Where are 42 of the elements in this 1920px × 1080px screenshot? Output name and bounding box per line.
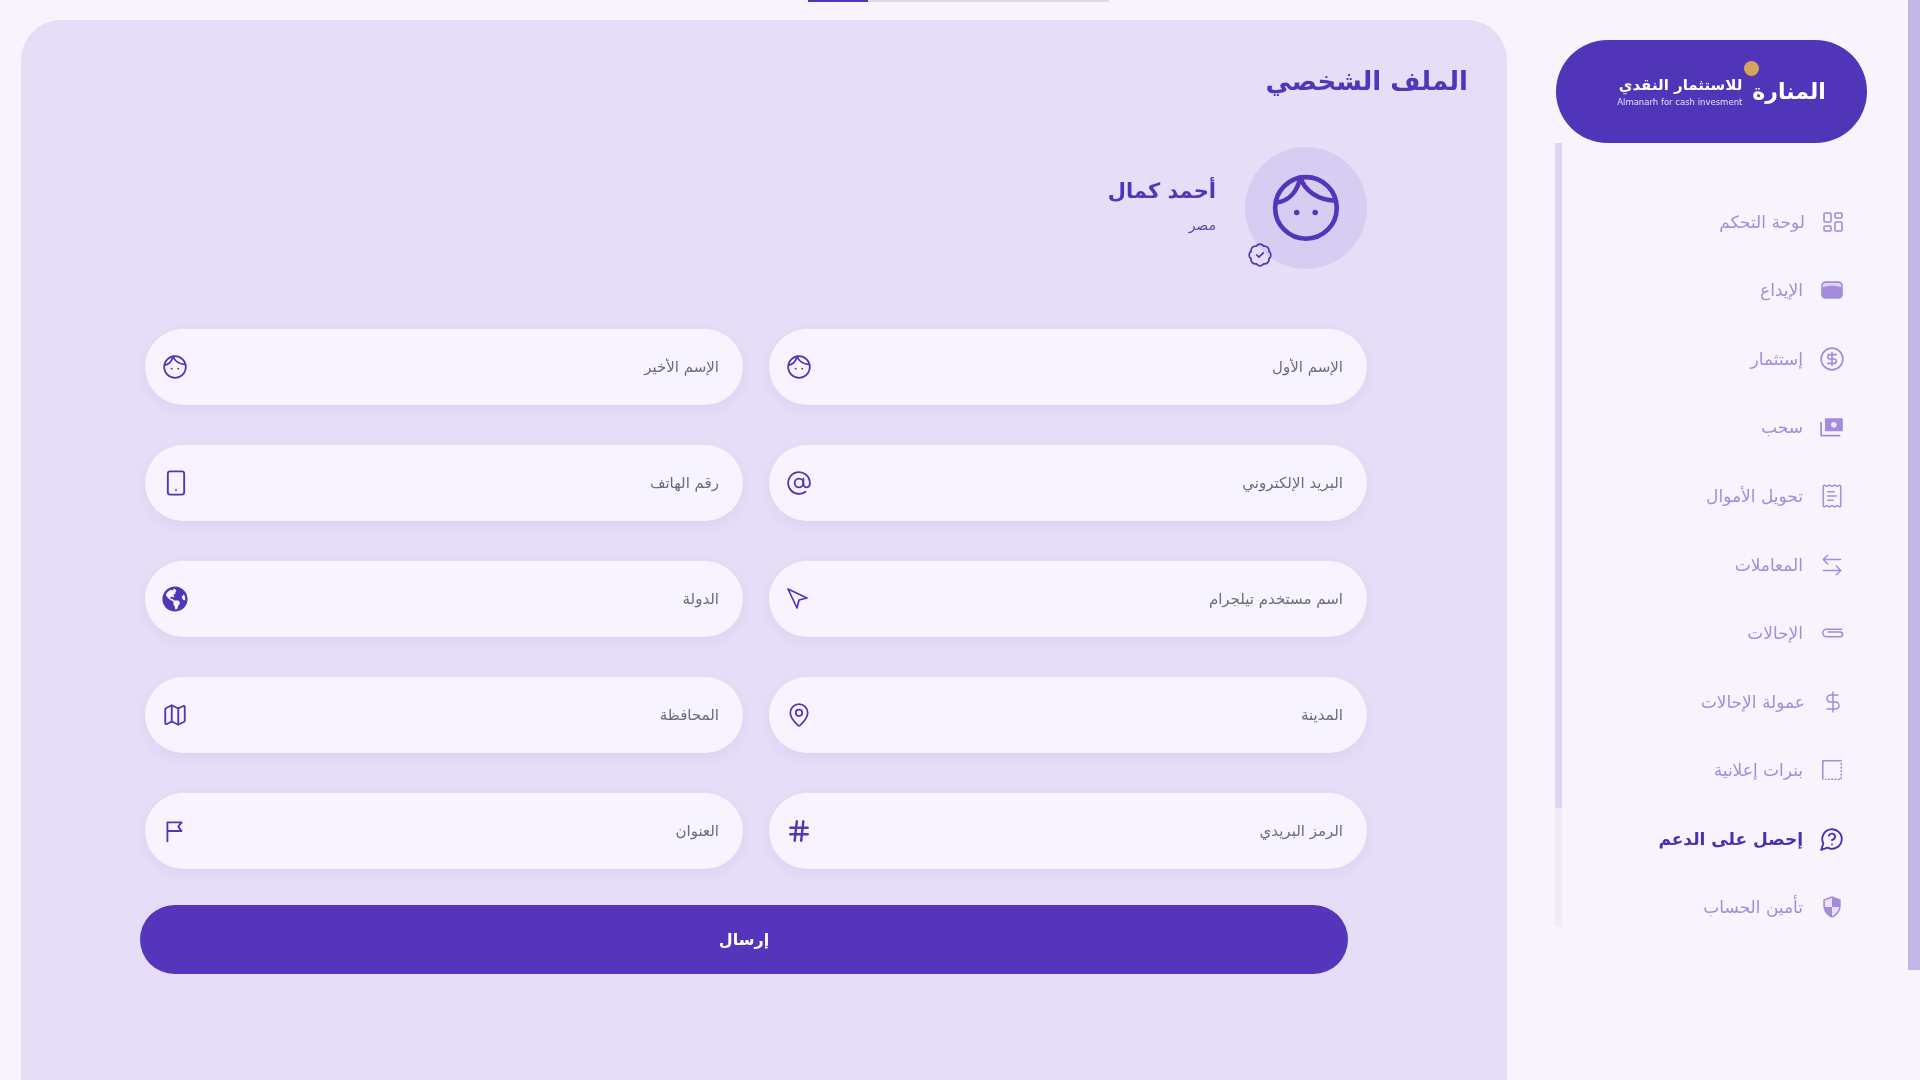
nav-item[interactable]: إستثمار — [1750, 339, 1845, 379]
avatar-icon — [1245, 147, 1367, 269]
question-bubble-icon — [1819, 825, 1845, 852]
nav-item[interactable]: الإحالات — [1747, 613, 1845, 653]
dot-icon — [1744, 60, 1760, 76]
at-sign-icon — [786, 470, 812, 496]
user-country: مصر — [1188, 216, 1216, 235]
nav-item[interactable]: المعاملات — [1734, 544, 1845, 585]
input-field[interactable]: الإسم الأول — [769, 329, 1367, 405]
logo-mark: المنارة — [1752, 77, 1826, 106]
nav-item[interactable]: بنرات إعلانية — [1713, 750, 1845, 790]
face-icon — [786, 354, 812, 380]
input-field[interactable]: المدينة — [769, 677, 1367, 753]
map-icon — [162, 702, 188, 728]
navigation-arrow-icon — [786, 587, 810, 611]
page-title: الملف الشخصي — [1265, 65, 1468, 98]
user-name: أحمد كمال — [1107, 177, 1216, 205]
nav-item[interactable]: الإيداع — [1760, 270, 1845, 311]
input-field[interactable]: الدولة — [145, 561, 743, 637]
input-field[interactable]: الإسم الأخير — [145, 329, 743, 405]
dollar-circle-icon — [1819, 345, 1845, 372]
face-icon — [162, 354, 188, 380]
logo-title: للاستثمار النقدي — [1618, 76, 1743, 94]
input-field[interactable]: المحافظة — [145, 677, 743, 753]
input-field[interactable]: اسم مستخدم تيلجرام — [769, 561, 1367, 637]
input-field[interactable]: العنوان — [145, 793, 743, 869]
nav-item[interactable]: تأمين الحساب — [1703, 887, 1845, 927]
input-field[interactable]: رقم الهاتف — [145, 445, 743, 521]
nav-item[interactable]: لوحة التحكم — [1719, 202, 1845, 242]
nav-item[interactable]: سحب — [1761, 407, 1845, 448]
scrollbar-thumb[interactable] — [1555, 143, 1562, 808]
input-field[interactable]: البريد الإلكتروني — [769, 445, 1367, 521]
logo-subtitle: Almanarh for cash invesment — [1617, 97, 1743, 107]
input-field[interactable]: الرمز البريدي — [769, 793, 1367, 869]
nav-item[interactable]: تحويل الأموال — [1706, 476, 1845, 516]
hash-icon — [786, 818, 812, 844]
nav-item[interactable]: عمولة الإحالات — [1700, 681, 1845, 722]
nav-item[interactable]: إحصل على الدعم — [1658, 818, 1845, 859]
globe-icon — [162, 586, 188, 612]
scrollbar-thumb[interactable] — [1908, 0, 1920, 970]
submit-button[interactable]: إرسال — [140, 905, 1348, 974]
grid-icon — [1821, 209, 1845, 234]
